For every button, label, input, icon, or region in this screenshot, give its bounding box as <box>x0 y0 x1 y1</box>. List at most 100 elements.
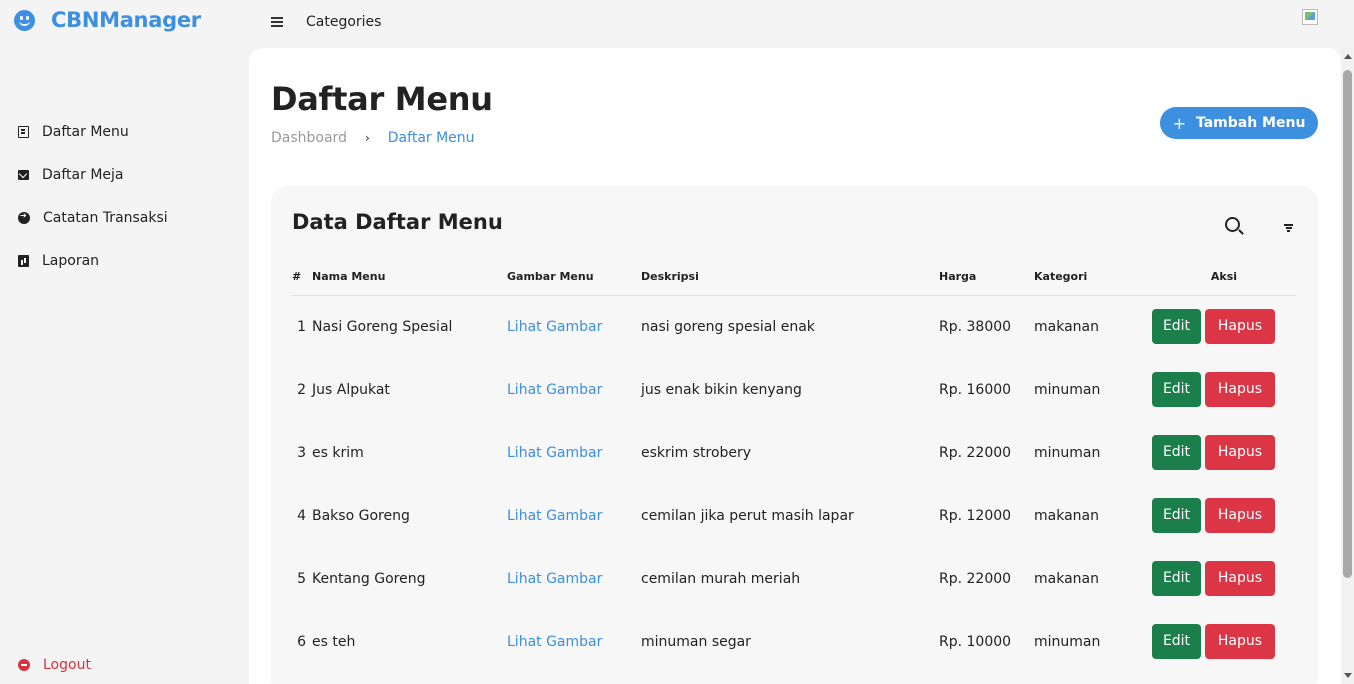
nav-categories-link[interactable]: Categories <box>306 14 381 30</box>
view-image-link[interactable]: Lihat Gambar <box>507 508 602 524</box>
menu-description: eskrim strobery <box>641 444 752 461</box>
view-image-link[interactable]: Lihat Gambar <box>507 445 602 461</box>
table-row: 2 Jus Alpukat Lihat Gambar jus enak biki… <box>292 358 1296 421</box>
menu-category: makanan <box>1034 318 1099 335</box>
row-number: 3 <box>297 444 306 461</box>
chevron-right-icon: › <box>364 131 370 145</box>
search-icon[interactable] <box>1225 217 1240 232</box>
plus-icon: + <box>1172 113 1186 133</box>
sidebar-item-label: Daftar Menu <box>42 124 129 140</box>
add-menu-label: Tambah Menu <box>1195 115 1306 131</box>
column-header-number: # <box>292 258 312 296</box>
edit-button[interactable]: Edit <box>1152 435 1201 470</box>
menu-description: cemilan murah meriah <box>641 570 801 587</box>
table-row: 6 es teh Lihat Gambar minuman segar Rp. … <box>292 610 1296 673</box>
delete-button[interactable]: Hapus <box>1205 498 1275 533</box>
scroll-thumb[interactable] <box>1343 70 1352 578</box>
sidebar-item-laporan[interactable]: Laporan <box>18 253 99 269</box>
menu-description: cemilan jika perut masih lapar <box>641 507 854 524</box>
edit-button[interactable]: Edit <box>1152 372 1201 407</box>
delete-button[interactable]: Hapus <box>1205 561 1275 596</box>
menu-table: # Nama Menu Gambar Menu Deskripsi Harga … <box>292 258 1296 673</box>
table-row: 4 Bakso Goreng Lihat Gambar cemilan jika… <box>292 484 1296 547</box>
smile-icon <box>14 9 35 31</box>
menu-description: nasi goreng spesial enak <box>641 318 815 335</box>
scroll-up-icon[interactable] <box>1344 54 1352 59</box>
edit-button[interactable]: Edit <box>1152 561 1201 596</box>
logout-button[interactable]: Logout <box>18 657 91 673</box>
row-number: 2 <box>297 381 306 398</box>
hamburger-icon[interactable] <box>271 15 283 29</box>
column-header-price: Harga <box>939 258 1034 296</box>
filter-icon[interactable] <box>1284 224 1293 232</box>
view-image-link[interactable]: Lihat Gambar <box>507 382 602 398</box>
menu-category: minuman <box>1034 633 1101 650</box>
sidebar-item-daftar-meja[interactable]: Daftar Meja <box>18 167 123 183</box>
delete-button[interactable]: Hapus <box>1205 624 1275 659</box>
menu-name: Bakso Goreng <box>312 507 410 524</box>
page-title: Daftar Menu <box>271 80 493 118</box>
sidebar-item-label: Daftar Meja <box>42 167 124 183</box>
edit-button[interactable]: Edit <box>1152 309 1201 345</box>
edit-button[interactable]: Edit <box>1152 624 1201 659</box>
menu-price: Rp. 10000 <box>939 633 1012 650</box>
view-image-link[interactable]: Lihat Gambar <box>507 319 602 335</box>
menu-description: jus enak bikin kenyang <box>641 381 802 398</box>
sidebar-item-daftar-menu[interactable]: Daftar Menu <box>18 124 129 140</box>
menu-description: minuman segar <box>641 633 751 650</box>
menu-category: makanan <box>1034 570 1099 587</box>
breadcrumb-current: Daftar Menu <box>387 130 475 146</box>
menu-name: es teh <box>312 633 356 650</box>
sidebar-item-label: Laporan <box>42 253 100 269</box>
book-icon <box>18 126 29 138</box>
brand-title: CBNManager <box>51 8 201 32</box>
menu-name: Nasi Goreng Spesial <box>312 318 453 335</box>
scroll-down-icon[interactable] <box>1344 673 1352 678</box>
table-row: 1 Nasi Goreng Spesial Lihat Gambar nasi … <box>292 295 1296 358</box>
card-title: Data Daftar Menu <box>292 210 503 234</box>
table-header-row: # Nama Menu Gambar Menu Deskripsi Harga … <box>292 258 1296 296</box>
menu-price: Rp. 12000 <box>939 507 1012 524</box>
add-menu-button[interactable]: + Tambah Menu <box>1160 107 1318 139</box>
menu-category: makanan <box>1034 507 1099 524</box>
row-number: 6 <box>297 633 306 650</box>
menu-category: minuman <box>1034 381 1101 398</box>
column-header-category: Kategori <box>1034 258 1152 296</box>
user-avatar[interactable] <box>1302 9 1318 25</box>
mail-icon <box>18 170 29 180</box>
menu-name: Jus Alpukat <box>312 381 390 398</box>
delete-button[interactable]: Hapus <box>1205 309 1275 345</box>
menu-card: Data Daftar Menu # Nama Menu Gambar Menu… <box>271 186 1318 684</box>
row-number: 1 <box>297 318 306 335</box>
row-number: 4 <box>297 507 306 524</box>
view-image-link[interactable]: Lihat Gambar <box>507 571 602 587</box>
column-header-image: Gambar Menu <box>507 258 641 296</box>
menu-name: Kentang Goreng <box>312 570 426 587</box>
column-header-description: Deskripsi <box>641 258 939 296</box>
main-panel: Daftar Menu Dashboard › Daftar Menu + Ta… <box>249 48 1341 684</box>
column-header-actions: Aksi <box>1152 258 1296 296</box>
top-bar: CBNManager Categories <box>0 0 1354 48</box>
sidebar-item-catatan-transaksi[interactable]: Catatan Transaksi <box>18 210 168 226</box>
menu-price: Rp. 16000 <box>939 381 1012 398</box>
breadcrumb: Dashboard › Daftar Menu <box>271 130 475 146</box>
logout-label: Logout <box>43 657 91 673</box>
sidebar-item-label: Catatan Transaksi <box>43 210 168 226</box>
column-header-name: Nama Menu <box>312 258 507 296</box>
table-row: 3 es krim Lihat Gambar eskrim strobery R… <box>292 421 1296 484</box>
delete-button[interactable]: Hapus <box>1205 435 1275 470</box>
page-scrollbar[interactable] <box>1341 48 1354 684</box>
menu-name: es krim <box>312 444 364 461</box>
brand[interactable]: CBNManager <box>14 8 201 32</box>
table-row: 5 Kentang Goreng Lihat Gambar cemilan mu… <box>292 547 1296 610</box>
sidebar: Daftar Menu Daftar Meja Catatan Transaks… <box>0 48 249 684</box>
menu-price: Rp. 38000 <box>939 318 1012 335</box>
logout-icon <box>18 659 30 671</box>
menu-price: Rp. 22000 <box>939 444 1012 461</box>
edit-button[interactable]: Edit <box>1152 498 1201 533</box>
report-icon <box>18 255 29 267</box>
view-image-link[interactable]: Lihat Gambar <box>507 634 602 650</box>
row-number: 5 <box>297 570 306 587</box>
breadcrumb-dashboard[interactable]: Dashboard <box>271 130 347 146</box>
delete-button[interactable]: Hapus <box>1205 372 1275 407</box>
